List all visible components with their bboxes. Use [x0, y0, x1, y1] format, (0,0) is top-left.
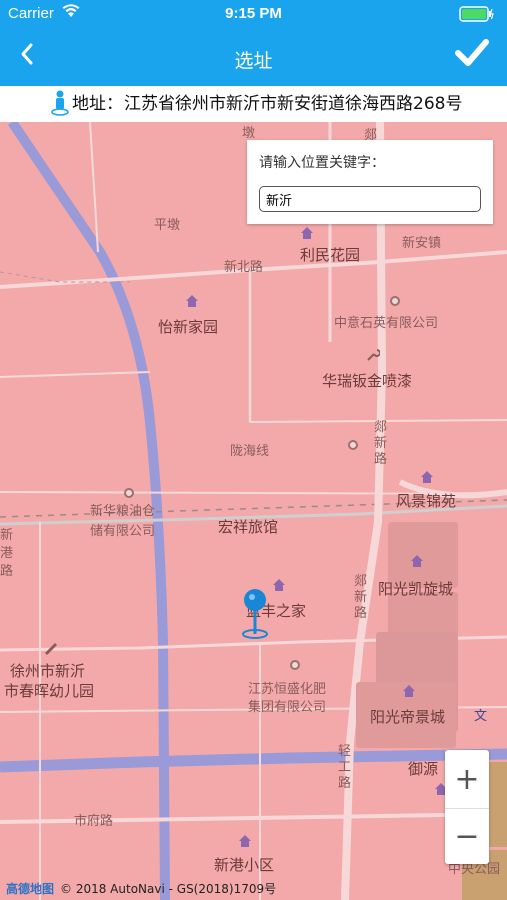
road-label: 新北路: [224, 260, 264, 275]
poi-label: 徐州市新沂: [10, 662, 86, 680]
place-dot-icon: [124, 488, 134, 498]
pencil-icon: [44, 642, 58, 656]
search-panel: 请输入位置关键字：: [247, 140, 493, 224]
nav-bar: 选址: [0, 28, 507, 86]
house-icon: [186, 295, 198, 307]
poi-label: 怡新家园: [158, 318, 219, 336]
status-time: 9:15 PM: [225, 5, 282, 22]
text-poi-icon: 文: [474, 709, 488, 724]
zoom-out-button[interactable]: −: [445, 808, 489, 864]
poi-label: 新安镇: [402, 236, 442, 251]
battery-icon: [459, 6, 494, 22]
address-value: 江苏省徐州市新沂市新安街道徐海西路268号: [124, 94, 463, 114]
road-label: 郯新路: [354, 574, 368, 621]
checkmark-icon[interactable]: [453, 36, 491, 70]
road-label: 陇海线: [230, 444, 270, 459]
poi-label: 平墩: [154, 218, 181, 233]
road-label: 市府路: [74, 814, 114, 829]
search-input[interactable]: [259, 186, 481, 212]
address-label: 地址：: [72, 94, 123, 114]
poi-label: 新港小区: [214, 856, 275, 874]
place-dot-icon: [348, 440, 358, 450]
poi-label: 中意石英有限公司: [334, 316, 439, 331]
location-pin-icon[interactable]: [240, 588, 270, 642]
place-dot-icon: [290, 660, 300, 670]
map-view[interactable]: 文 怡新家园 利民花园 中意石英有限公司 华瑞钣金喷漆 风景锦苑 宏祥旅馆 新华…: [0, 122, 507, 900]
poi-label: 新华粮油仓: [90, 504, 156, 519]
road-label: 墩: [242, 126, 256, 141]
house-icon: [301, 227, 313, 239]
road-label: 路: [0, 564, 14, 579]
road-label: 轻工路: [338, 744, 352, 791]
amap-logo: 高德地图: [6, 882, 55, 896]
status-bar: Carrier 9:15 PM: [0, 0, 507, 28]
zoom-control: + −: [445, 750, 489, 864]
poi-label: 阳光帝景城: [370, 708, 446, 726]
zoom-in-button[interactable]: +: [445, 752, 489, 808]
poi-label: 利民花园: [300, 246, 361, 264]
road-label: 郯新路: [374, 420, 388, 467]
poi-label: 宏祥旅馆: [218, 518, 279, 536]
poi-label: 御源: [408, 760, 439, 778]
house-icon: [403, 685, 415, 697]
road-label: 新: [0, 528, 14, 543]
house-icon: [421, 471, 433, 483]
poi-label: 集团有限公司: [248, 700, 327, 715]
house-icon: [239, 835, 251, 847]
wrench-icon: [367, 349, 380, 361]
copyright-text: © 2018 AutoNavi - GS(2018)1709号: [60, 882, 277, 896]
poi-label: 风景锦苑: [396, 492, 457, 510]
page-title: 选址: [234, 50, 273, 72]
search-prompt: 请输入位置关键字：: [259, 155, 385, 171]
map-attribution: 高德地图 © 2018 AutoNavi - GS(2018)1709号: [6, 880, 276, 897]
place-dot-icon: [390, 296, 400, 306]
poi-label: 阳光凯旋城: [378, 580, 454, 598]
house-icon: [411, 555, 423, 567]
road-label: 港: [0, 546, 14, 561]
poi-label: 华瑞钣金喷漆: [322, 372, 413, 390]
address-bar: 地址： 江苏省徐州市新沂市新安街道徐海西路268号: [0, 86, 507, 122]
location-person-icon: [51, 90, 69, 116]
house-icon: [273, 579, 285, 591]
poi-label: 江苏恒盛化肥: [248, 682, 327, 697]
poi-label: 储有限公司: [90, 524, 156, 539]
poi-label: 市春晖幼儿园: [4, 682, 95, 700]
